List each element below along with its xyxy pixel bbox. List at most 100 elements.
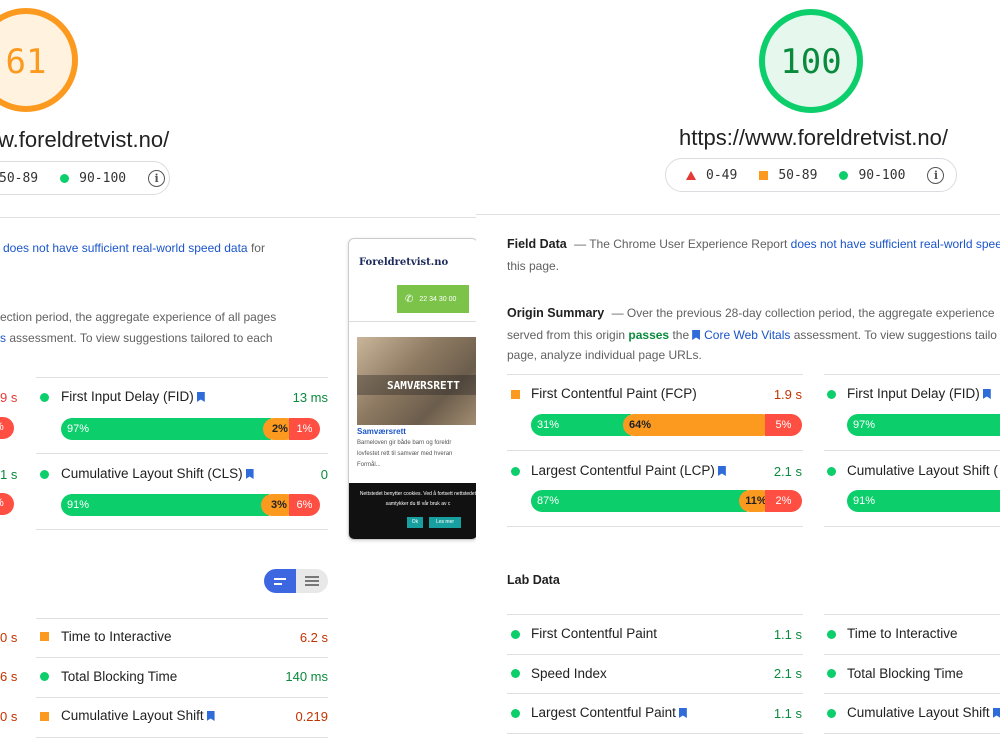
distribution-bar-cls: 91%: [847, 490, 1000, 512]
distribution-bar-fcp: 31% 64% 5%: [531, 414, 802, 436]
metric-name-cls: Cumulative Layout Shift (: [847, 463, 998, 478]
metric-value-si: 2.1 s: [773, 666, 802, 681]
metric-name-cls-lab: Cumulative Layout Shift: [61, 708, 219, 723]
metric-name-lcp-lab: Largest Contentful Paint: [531, 705, 691, 720]
core-web-vitals-link[interactable]: s: [0, 331, 6, 345]
pass-dot-icon: [839, 170, 849, 180]
metric-view-toggle[interactable]: [264, 569, 328, 593]
cut-value: 0 s: [0, 709, 18, 724]
origin-summary-description: Origin Summary — Over the previous 28-da…: [507, 306, 995, 320]
row-divider: [824, 526, 1000, 527]
report-url: https://www.foreldretvist.no/: [679, 125, 948, 150]
average-square-icon: [40, 712, 49, 721]
page-screenshot-thumbnail[interactable]: Foreldretvist.no ✆ 22 34 30 00 SAMVÆRSRET…: [348, 238, 476, 540]
row-divider: [824, 374, 1000, 375]
metric-name-tbt: Total Blocking Time: [61, 669, 178, 684]
row-divider: [824, 693, 1000, 694]
pass-dot-icon: [827, 467, 836, 476]
metric-name-lcp: Largest Contentful Paint (LCP): [531, 463, 730, 478]
metric-value-tbt: 140 ms: [285, 669, 328, 684]
distribution-bar-lcp: 87% 11% 2%: [531, 490, 802, 512]
metric-name-fcp: First Contentful Paint (FCP): [531, 386, 697, 401]
metric-value-fid: 13 ms: [292, 390, 328, 405]
crux-link[interactable]: does not have sufficient real-world spee…: [3, 241, 248, 255]
core-web-vital-icon: [245, 469, 254, 479]
cookie-read-more-button[interactable]: Les mer: [429, 517, 461, 528]
pass-dot-icon: [511, 467, 520, 476]
average-square-icon: [40, 632, 49, 641]
phone-icon: ✆: [405, 293, 414, 305]
call-button: ✆ 22 34 30 00: [397, 285, 469, 313]
core-web-vital-icon: [992, 708, 1000, 718]
metric-value-fcp-lab: 1.1 s: [773, 627, 802, 642]
metric-value-cls-lab: 0.219: [295, 709, 328, 724]
pass-dot-icon: [827, 709, 836, 718]
right-report-panel: 100 https://www.foreldretvist.no/ 0-49 5…: [476, 0, 1000, 750]
row-divider: [507, 526, 803, 527]
row-divider: [36, 618, 328, 619]
average-square-icon: [759, 170, 769, 180]
hero-text: SAMVÆRSRETT: [387, 379, 460, 392]
row-divider: [507, 614, 803, 615]
metric-name-cls-lab: Cumulative Layout Shift: [847, 705, 1000, 720]
metric-value-lcp-lab: 1.1 s: [773, 706, 802, 721]
performance-score: 100: [780, 42, 842, 82]
row-divider: [824, 614, 1000, 615]
distribution-bar-fid: 97% 2% 1%: [61, 418, 328, 440]
info-icon[interactable]: i: [148, 169, 166, 187]
row-divider: [824, 654, 1000, 655]
cut-bar: %: [0, 417, 14, 439]
row-divider: [507, 374, 803, 375]
origin-summary-description: ection period, the aggregate experience …: [0, 310, 277, 324]
row-divider: [507, 733, 803, 734]
metric-name-cls: Cumulative Layout Shift (CLS): [61, 466, 258, 481]
cut-value: 1 s: [0, 467, 18, 482]
legend-average-label: 50-89: [0, 170, 39, 186]
hero-image: SAMVÆRSRETT: [357, 337, 476, 425]
metric-name-tti: Time to Interactive: [847, 626, 958, 641]
article-body: Barneloven gir både barn og foreldr lovf…: [357, 440, 453, 468]
origin-summary-description-2: s assessment. To view suggestions tailor…: [0, 331, 273, 345]
metric-name-tti: Time to Interactive: [61, 629, 172, 644]
pass-dot-icon: [40, 470, 49, 479]
detail-view-icon: [305, 576, 319, 586]
field-data-title: Field Data: [507, 237, 567, 251]
cookie-ok-button[interactable]: Ok: [407, 517, 423, 528]
row-divider: [36, 377, 328, 378]
average-square-icon: [511, 390, 520, 399]
field-data-description-2: this page.: [507, 259, 560, 273]
metric-name-tbt: Total Blocking Time: [847, 666, 964, 681]
cut-value: 9 s: [0, 390, 18, 405]
pass-dot-icon: [827, 630, 836, 639]
origin-summary-description-3: page, analyze individual page URLs.: [507, 348, 702, 362]
toggle-summary-view-button[interactable]: [264, 569, 296, 593]
info-icon[interactable]: i: [927, 166, 945, 184]
field-data-description: does not have sufficient real-world spee…: [3, 241, 265, 255]
distribution-bar-fid: 97%: [847, 414, 1000, 436]
legend-pass-label: 90-100: [79, 170, 127, 186]
metric-value-cls: 0: [320, 467, 328, 482]
cut-bar: %: [0, 493, 14, 515]
row-divider: [507, 450, 803, 451]
row-divider: [507, 654, 803, 655]
origin-summary-title: Origin Summary: [507, 306, 605, 320]
pass-dot-icon: [511, 709, 520, 718]
pass-dot-icon: [511, 630, 520, 639]
core-web-vital-icon: [717, 466, 726, 476]
report-url: w.foreldretvist.no/: [0, 127, 170, 152]
pass-dot-icon: [827, 390, 836, 399]
legend-fail-label: 0-49: [706, 167, 738, 183]
score-legend: 50-89 90-100 i: [0, 161, 170, 195]
header-divider: [476, 214, 1000, 215]
core-web-vital-icon: [206, 711, 215, 721]
core-web-vitals-link[interactable]: Core Web Vitals: [704, 328, 790, 342]
cwv-pass-status: passes: [628, 328, 670, 342]
toggle-detail-view-button[interactable]: [296, 569, 328, 593]
row-divider: [36, 737, 328, 738]
metric-value-lcp: 2.1 s: [773, 464, 802, 479]
pass-dot-icon: [40, 672, 49, 681]
crux-link[interactable]: does not have sufficient real-world spee…: [791, 237, 1000, 251]
metric-name-fid: First Input Delay (FID): [61, 389, 209, 404]
row-divider: [36, 453, 328, 454]
summary-view-icon: [274, 577, 286, 585]
